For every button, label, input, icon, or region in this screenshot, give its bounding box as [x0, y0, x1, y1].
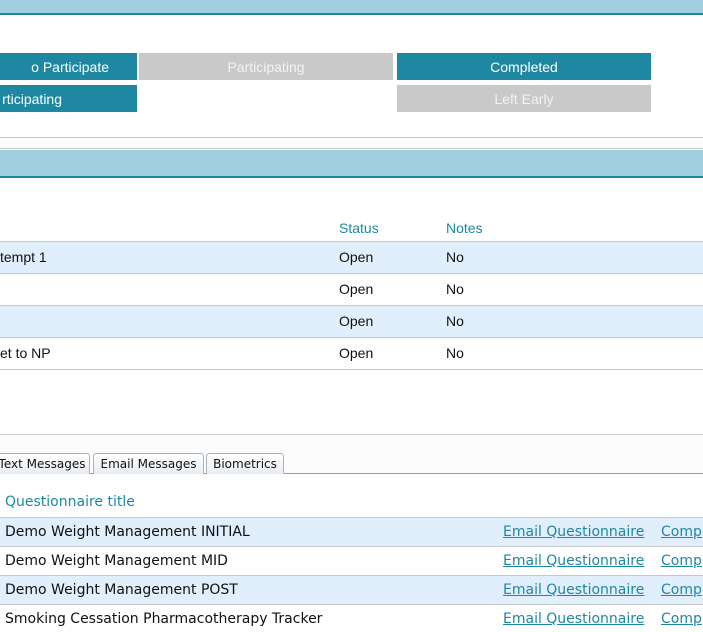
tab-label: Biometrics — [213, 457, 277, 471]
status-button-label: Completed — [490, 58, 558, 75]
email-questionnaire-link[interactable]: Email Questionnaire — [503, 611, 644, 627]
questionnaire-title: Demo Weight Management POST — [5, 582, 238, 598]
task-status: Open — [339, 345, 374, 361]
tab-label: Email Messages — [100, 457, 197, 471]
questionnaire-row: Smoking Cessation Pharmacotherapy Tracke… — [0, 604, 703, 632]
column-header-status: Status — [339, 220, 379, 236]
task-name: tempt 1 — [0, 249, 47, 265]
tab-text-messages[interactable]: Text Messages — [0, 453, 90, 474]
email-questionnaire-link[interactable]: Email Questionnaire — [503, 582, 644, 598]
status-button-not-participating[interactable]: rticipating — [0, 85, 137, 112]
status-button-label: Left Early — [494, 90, 554, 107]
complete-questionnaire-link[interactable]: Comp — [661, 582, 702, 598]
table-row[interactable]: Open No — [0, 306, 703, 338]
status-button-label: o Participate — [31, 58, 109, 75]
task-notes: No — [446, 249, 464, 265]
questionnaire-title: Demo Weight Management MID — [5, 553, 228, 569]
email-questionnaire-link[interactable]: Email Questionnaire — [503, 524, 644, 540]
email-questionnaire-link[interactable]: Email Questionnaire — [503, 553, 644, 569]
status-button-completed[interactable]: Completed — [397, 53, 651, 80]
tab-biometrics[interactable]: Biometrics — [206, 453, 284, 474]
questionnaire-row: Demo Weight Management POST Email Questi… — [0, 575, 703, 604]
task-status: Open — [339, 249, 374, 265]
tab-email-messages[interactable]: Email Messages — [93, 453, 204, 474]
task-status: Open — [339, 281, 374, 297]
table-row[interactable]: Open No — [0, 274, 703, 306]
section-divider — [0, 137, 703, 149]
status-button-label: Participating — [227, 58, 305, 75]
section-header-tasks — [0, 150, 703, 178]
status-button-willing-to-participate[interactable]: o Participate — [0, 53, 137, 80]
complete-questionnaire-link[interactable]: Comp — [661, 553, 702, 569]
task-notes: No — [446, 345, 464, 361]
status-button-participating[interactable]: Participating — [139, 53, 393, 80]
tab-label: Text Messages — [0, 457, 86, 471]
task-notes: No — [446, 313, 464, 329]
task-status: Open — [339, 313, 374, 329]
table-row[interactable]: tempt 1 Open No — [0, 242, 703, 274]
complete-questionnaire-link[interactable]: Comp — [661, 611, 702, 627]
table-row[interactable]: et to NP Open No — [0, 338, 703, 370]
status-button-label: rticipating — [2, 90, 62, 107]
section-header-top — [0, 0, 703, 15]
questionnaire-title: Demo Weight Management INITIAL — [5, 524, 250, 540]
column-header-notes: Notes — [446, 220, 483, 236]
task-notes: No — [446, 281, 464, 297]
questionnaire-row: Demo Weight Management INITIAL Email Que… — [0, 517, 703, 546]
task-name: et to NP — [0, 345, 51, 361]
questionnaire-title: Smoking Cessation Pharmacotherapy Tracke… — [5, 611, 323, 627]
complete-questionnaire-link[interactable]: Comp — [661, 524, 702, 540]
questionnaire-row: Demo Weight Management MID Email Questio… — [0, 546, 703, 575]
column-header-questionnaire-title: Questionnaire title — [5, 494, 135, 510]
status-button-left-early[interactable]: Left Early — [397, 85, 651, 112]
